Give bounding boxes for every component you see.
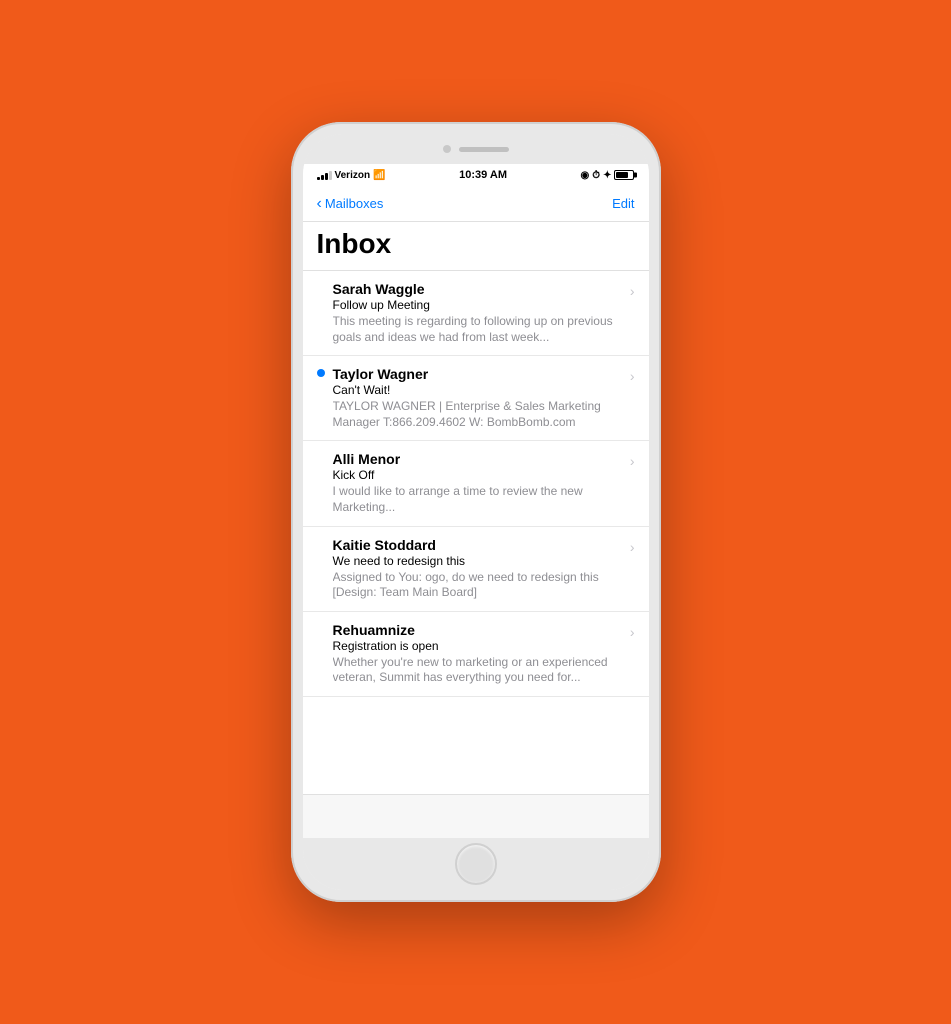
email-sender-1: Sarah Waggle: [333, 281, 624, 297]
signal-bars: [317, 171, 332, 180]
email-list: Sarah Waggle Follow up Meeting This meet…: [303, 271, 649, 794]
chevron-icon-5: ›: [630, 624, 635, 640]
email-subject-4: We need to redesign this: [333, 554, 624, 568]
email-item-5[interactable]: Rehuamnize Registration is open Whether …: [303, 612, 649, 697]
screen-icon: ◉: [581, 170, 590, 181]
inbox-title-bar: Inbox: [303, 222, 649, 271]
email-subject-5: Registration is open: [333, 639, 624, 653]
email-preview-5: Whether you're new to marketing or an ex…: [333, 655, 624, 686]
speaker-grille: [459, 147, 509, 152]
signal-bar-4: [329, 171, 332, 180]
email-preview-2: TAYLOR WAGNER | Enterprise & Sales Marke…: [333, 399, 624, 430]
battery-fill: [616, 172, 627, 178]
email-item-1[interactable]: Sarah Waggle Follow up Meeting This meet…: [303, 271, 649, 356]
email-content-1: Sarah Waggle Follow up Meeting This meet…: [333, 281, 624, 345]
email-sender-2: Taylor Wagner: [333, 366, 624, 382]
inbox-title: Inbox: [317, 228, 635, 260]
email-subject-1: Follow up Meeting: [333, 298, 624, 312]
signal-bar-2: [321, 175, 324, 180]
email-content-2: Taylor Wagner Can't Wait! TAYLOR WAGNER …: [333, 366, 624, 430]
email-subject-2: Can't Wait!: [333, 383, 624, 397]
navigation-bar: ‹ Mailboxes Edit: [303, 186, 649, 222]
email-content-5: Rehuamnize Registration is open Whether …: [333, 622, 624, 686]
phone-screen: Verizon 📶 10:39 AM ◉ ⏱ ✦ ‹ Mailboxes Edi…: [303, 134, 649, 890]
home-button-area: [303, 838, 649, 890]
email-sender-5: Rehuamnize: [333, 622, 624, 638]
chevron-icon-4: ›: [630, 539, 635, 555]
email-preview-3: I would like to arrange a time to review…: [333, 484, 624, 515]
status-time: 10:39 AM: [459, 169, 507, 181]
chevron-icon-2: ›: [630, 368, 635, 384]
phone-top-notch: [303, 134, 649, 164]
status-right: ◉ ⏱ ✦: [581, 170, 635, 181]
battery-icon: [614, 170, 634, 180]
unread-dot-area-5: [317, 622, 333, 625]
home-button[interactable]: [455, 843, 497, 885]
wifi-icon: 📶: [373, 170, 385, 181]
chevron-icon-3: ›: [630, 453, 635, 469]
email-item-3[interactable]: Alli Menor Kick Off I would like to arra…: [303, 441, 649, 526]
back-arrow-icon: ‹: [317, 195, 322, 213]
camera-dot: [443, 145, 451, 153]
email-content-4: Kaitie Stoddard We need to redesign this…: [333, 537, 624, 601]
signal-bar-1: [317, 177, 320, 180]
phone-frame: Verizon 📶 10:39 AM ◉ ⏱ ✦ ‹ Mailboxes Edi…: [291, 122, 661, 902]
status-left: Verizon 📶: [317, 170, 386, 181]
chevron-icon-1: ›: [630, 283, 635, 299]
unread-dot-area-2: [317, 366, 333, 377]
email-preview-4: Assigned to You: ogo, do we need to rede…: [333, 570, 624, 601]
email-preview-1: This meeting is regarding to following u…: [333, 314, 624, 345]
unread-dot-area-4: [317, 537, 333, 540]
email-sender-3: Alli Menor: [333, 451, 624, 467]
unread-dot-area-3: [317, 451, 333, 454]
edit-button[interactable]: Edit: [612, 196, 634, 211]
email-item-2[interactable]: Taylor Wagner Can't Wait! TAYLOR WAGNER …: [303, 356, 649, 441]
status-bar: Verizon 📶 10:39 AM ◉ ⏱ ✦: [303, 164, 649, 186]
unread-dot-2: [317, 369, 325, 377]
back-label: Mailboxes: [325, 196, 384, 211]
bluetooth-icon: ✦: [603, 170, 611, 181]
unread-dot-area-1: [317, 281, 333, 284]
email-sender-4: Kaitie Stoddard: [333, 537, 624, 553]
email-subject-3: Kick Off: [333, 468, 624, 482]
bottom-toolbar: [303, 794, 649, 838]
signal-bar-3: [325, 173, 328, 180]
alarm-icon: ⏱: [592, 170, 600, 181]
email-item-4[interactable]: Kaitie Stoddard We need to redesign this…: [303, 527, 649, 612]
carrier-label: Verizon: [335, 170, 371, 181]
back-button[interactable]: ‹ Mailboxes: [317, 195, 384, 213]
email-content-3: Alli Menor Kick Off I would like to arra…: [333, 451, 624, 515]
